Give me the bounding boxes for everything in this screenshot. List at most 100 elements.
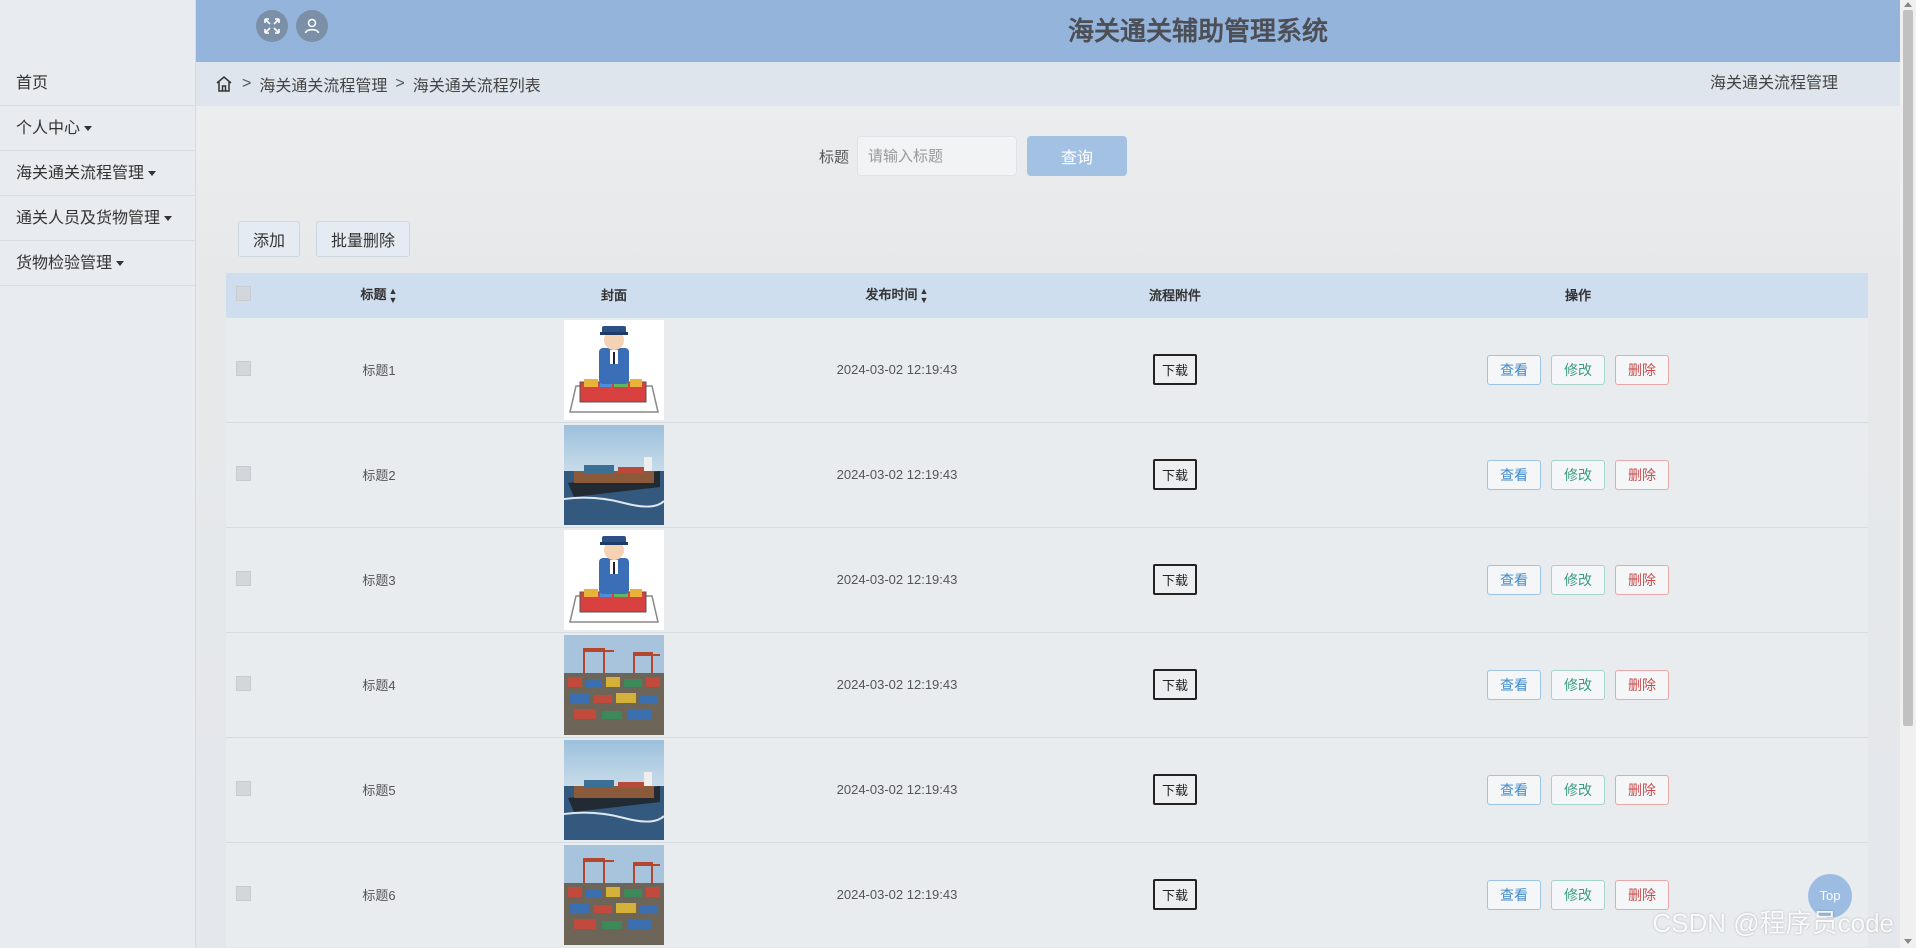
home-icon[interactable] bbox=[214, 74, 234, 94]
view-button[interactable]: 查看 bbox=[1487, 354, 1541, 385]
view-button[interactable]: 查看 bbox=[1487, 669, 1541, 700]
row-cover-cell bbox=[496, 316, 732, 422]
delete-button[interactable]: 删除 bbox=[1615, 564, 1669, 595]
edit-button[interactable]: 修改 bbox=[1551, 354, 1605, 385]
cover-image[interactable] bbox=[563, 424, 665, 525]
add-button[interactable]: 添加 bbox=[238, 221, 301, 257]
breadcrumb-right-title: 海关通关流程管理 bbox=[1709, 75, 1838, 92]
row-cover-cell bbox=[496, 631, 732, 737]
sidebar-item-customs-process[interactable]: 海关通关流程管理 bbox=[0, 151, 196, 196]
delete-button[interactable]: 删除 bbox=[1615, 774, 1669, 805]
sidebar-menu: 首页 个人中心 海关通关流程管理 通关人员及货物管理 货物检验管理 bbox=[0, 61, 196, 286]
row-attachment-cell: 下载 bbox=[1062, 526, 1288, 632]
sort-icon: ▲ ▼ bbox=[388, 286, 398, 306]
view-button[interactable]: 查看 bbox=[1487, 564, 1541, 595]
batch-delete-button[interactable]: 批量删除 bbox=[316, 221, 411, 257]
search-input[interactable] bbox=[857, 136, 1017, 176]
row-actions-cell: 查看 修改 删除 bbox=[1288, 736, 1868, 842]
table-row: 标题1 2024-03-02 12:19:43 下载 查看 修改 删除 bbox=[226, 316, 1868, 422]
scroll-up-icon[interactable] bbox=[1904, 2, 1912, 7]
download-button[interactable]: 下载 bbox=[1152, 459, 1197, 490]
vertical-scrollbar[interactable] bbox=[1900, 0, 1916, 948]
table-row: 标题2 2024-03-02 12:19:43 下载 查看 修改 删除 bbox=[226, 421, 1868, 527]
delete-button[interactable]: 删除 bbox=[1615, 669, 1669, 700]
col-title-label: 标题 bbox=[360, 287, 387, 303]
main-content: 标题 查询 添加 批量删除 标题▲▼ 封面 发布时间▲▼ 流程附件 操作 标题1… bbox=[196, 106, 1900, 948]
row-time: 2024-03-02 12:19:43 bbox=[732, 736, 1062, 842]
select-all-checkbox[interactable] bbox=[236, 285, 251, 301]
cover-image[interactable] bbox=[564, 844, 664, 945]
download-button[interactable]: 下载 bbox=[1152, 774, 1197, 805]
breadcrumb-bar: > 海关通关流程管理 > 海关通关流程列表 海关通关流程管理 bbox=[196, 62, 1900, 106]
sort-icon: ▲ ▼ bbox=[919, 286, 929, 306]
row-attachment-cell: 下载 bbox=[1062, 631, 1288, 737]
row-checkbox[interactable] bbox=[236, 465, 251, 481]
view-button[interactable]: 查看 bbox=[1487, 459, 1541, 490]
breadcrumb: > 海关通关流程管理 > 海关通关流程列表 bbox=[214, 62, 541, 106]
cover-image[interactable] bbox=[564, 529, 664, 630]
row-select-cell bbox=[226, 841, 262, 947]
edit-button[interactable]: 修改 bbox=[1551, 459, 1605, 490]
row-attachment-cell: 下载 bbox=[1062, 421, 1288, 527]
row-attachment-cell: 下载 bbox=[1062, 841, 1288, 947]
row-select-cell bbox=[226, 736, 262, 842]
view-button[interactable]: 查看 bbox=[1487, 879, 1541, 910]
edit-button[interactable]: 修改 bbox=[1551, 774, 1605, 805]
row-checkbox[interactable] bbox=[236, 780, 251, 796]
col-actions: 操作 bbox=[1288, 273, 1868, 317]
sidebar-item-personal-center[interactable]: 个人中心 bbox=[0, 106, 196, 151]
row-title: 标题4 bbox=[262, 631, 496, 737]
edit-button[interactable]: 修改 bbox=[1551, 564, 1605, 595]
download-button[interactable]: 下载 bbox=[1152, 669, 1197, 700]
edit-button[interactable]: 修改 bbox=[1551, 669, 1605, 700]
sidebar-item-label: 首页 bbox=[16, 75, 49, 92]
select-all-cell bbox=[226, 273, 262, 317]
search-button[interactable]: 查询 bbox=[1027, 136, 1127, 176]
row-cover-cell bbox=[496, 841, 732, 947]
process-table: 标题 ▲ ▼ 封面 发布时间 ▲ ▼ 流程附件 操作 标题1 2024-03-02 12:… bbox=[226, 273, 1868, 947]
delete-button[interactable]: 删除 bbox=[1615, 459, 1669, 490]
row-select-cell bbox=[226, 631, 262, 737]
row-time: 2024-03-02 12:19:43 bbox=[732, 631, 1062, 737]
table-row: 标题5 2024-03-02 12:19:43 下载 查看 修改 删除 bbox=[226, 736, 1868, 842]
row-checkbox[interactable] bbox=[236, 885, 251, 901]
download-button[interactable]: 下载 bbox=[1152, 564, 1197, 595]
caret-down-icon bbox=[116, 261, 125, 267]
row-cover-cell bbox=[496, 421, 732, 527]
row-actions-cell: 查看 修改 删除 bbox=[1288, 421, 1868, 527]
row-title: 标题1 bbox=[262, 316, 496, 422]
scrollbar-thumb[interactable] bbox=[1903, 10, 1913, 726]
row-checkbox[interactable] bbox=[236, 360, 251, 376]
view-button[interactable]: 查看 bbox=[1487, 774, 1541, 805]
sidebar-item-inspection[interactable]: 货物检验管理 bbox=[0, 241, 196, 286]
delete-button[interactable]: 删除 bbox=[1615, 354, 1669, 385]
cover-image[interactable] bbox=[564, 634, 664, 735]
download-button[interactable]: 下载 bbox=[1152, 354, 1197, 385]
row-select-cell bbox=[226, 316, 262, 422]
row-checkbox[interactable] bbox=[236, 570, 251, 586]
col-time[interactable]: 发布时间 ▲ ▼ bbox=[732, 273, 1062, 317]
download-button[interactable]: 下载 bbox=[1152, 879, 1197, 911]
col-cover: 封面 bbox=[496, 273, 732, 317]
col-title[interactable]: 标题 ▲ ▼ bbox=[262, 273, 496, 317]
caret-down-icon bbox=[148, 171, 157, 177]
cover-image[interactable] bbox=[563, 739, 665, 840]
breadcrumb-item-current: 海关通关流程列表 bbox=[412, 78, 541, 95]
row-title: 标题5 bbox=[262, 736, 496, 842]
table-row: 标题6 2024-03-02 12:19:43 下载 查看 修改 删除 bbox=[226, 841, 1868, 947]
row-cover-cell bbox=[496, 736, 732, 842]
breadcrumb-separator: > bbox=[395, 75, 405, 92]
scroll-down-icon[interactable] bbox=[1904, 939, 1912, 944]
cover-image[interactable] bbox=[564, 319, 664, 420]
row-time: 2024-03-02 12:19:43 bbox=[732, 421, 1062, 527]
breadcrumb-item[interactable]: 海关通关流程管理 bbox=[259, 72, 387, 96]
row-actions-cell: 查看 修改 删除 bbox=[1288, 316, 1868, 422]
row-time: 2024-03-02 12:19:43 bbox=[732, 526, 1062, 632]
sidebar-item-home[interactable]: 首页 bbox=[0, 61, 196, 106]
sidebar-item-personnel-goods[interactable]: 通关人员及货物管理 bbox=[0, 196, 196, 241]
sidebar-item-label: 货物检验管理 bbox=[16, 255, 113, 272]
caret-down-icon bbox=[164, 216, 173, 222]
row-checkbox[interactable] bbox=[236, 675, 251, 691]
table-row: 标题4 2024-03-02 12:19:43 下载 查看 修改 删除 bbox=[226, 631, 1868, 737]
edit-button[interactable]: 修改 bbox=[1551, 879, 1605, 910]
